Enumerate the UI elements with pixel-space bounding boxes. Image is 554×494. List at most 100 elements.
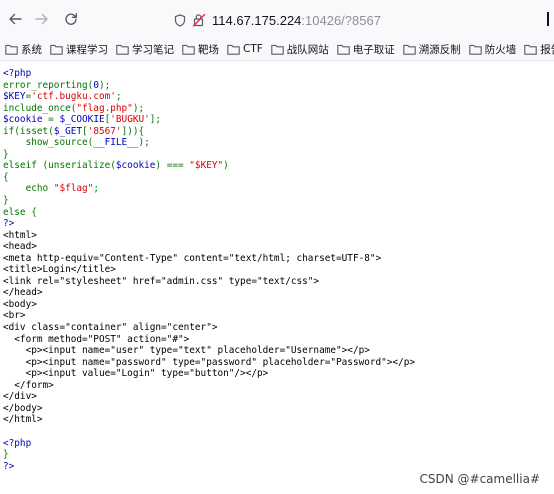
- code-line: error_reporting(0);: [3, 80, 415, 92]
- bookmark-item[interactable]: 战队网站: [271, 42, 329, 57]
- bookmark-item[interactable]: 电子取证: [337, 42, 395, 57]
- folder-icon: [403, 44, 416, 55]
- code-token: );: [98, 79, 111, 91]
- folder-icon: [524, 44, 538, 55]
- code-token: </form>: [3, 379, 54, 391]
- code-line: <title>Login</title>: [3, 264, 415, 276]
- code-token: }: [3, 148, 9, 160]
- bookmark-label: CTF: [243, 43, 263, 55]
- code-token: if(isset(: [3, 125, 54, 137]
- code-token: <p><input value="Login" type="button"/><…: [3, 368, 269, 380]
- code-token: <?php: [3, 68, 32, 79]
- bookmark-label: 战队网站: [286, 43, 329, 56]
- code-line: }: [3, 195, 415, 207]
- insecure-lock-icon[interactable]: [192, 13, 206, 27]
- url-path: :10426/?8567: [301, 12, 381, 28]
- code-line: {: [3, 172, 415, 184]
- code-token: ) ===: [155, 160, 190, 172]
- code-token: );: [132, 102, 145, 114]
- code-token: <head>: [3, 241, 37, 253]
- browser-window: 114.67.175.224:10426/?8567 系统 课程学习 学习笔记 靶场 C…: [0, 0, 554, 494]
- code-token: <div class="container" align="center">: [3, 322, 218, 334]
- bookmark-item[interactable]: 报告书: [524, 42, 554, 57]
- code-line: $cookie = $_COOKIE['BUGKU'];: [3, 114, 415, 126]
- folder-icon: [469, 44, 482, 55]
- code-token: }: [3, 449, 9, 461]
- bookmark-label: 防火墙: [484, 43, 517, 56]
- code-token: include_once(: [3, 102, 77, 114]
- code-token: ): [223, 160, 229, 172]
- code-line: <br>: [3, 310, 415, 322]
- folder-icon: [227, 44, 240, 55]
- code-line: <div class="container" align="center">: [3, 322, 415, 334]
- folder-icon: [50, 44, 63, 55]
- code-line: $KEY='ctf.bugku.com';: [3, 91, 415, 103]
- watermark: CSDN @#camellia#: [419, 472, 540, 486]
- code-token: <body>: [3, 298, 37, 310]
- bookmark-item[interactable]: 学习笔记: [116, 42, 174, 57]
- browser-toolbar: 114.67.175.224:10426/?8567: [0, 0, 554, 38]
- code-line: ?>: [3, 461, 415, 473]
- bookmark-item[interactable]: CTF: [227, 43, 263, 55]
- code-token: </head>: [3, 287, 43, 299]
- code-token: );: [138, 137, 150, 149]
- code-token: <form method="POST" action="#">: [3, 333, 190, 345]
- code-token: "$flag": [53, 183, 94, 195]
- bookmark-label: 系统: [21, 43, 42, 56]
- bookmark-item[interactable]: 溯源反制: [403, 42, 461, 57]
- code-line: echo "$flag";: [3, 183, 415, 195]
- reload-button[interactable]: [62, 10, 80, 28]
- code-token: <link rel="stylesheet" href="admin.css" …: [3, 275, 320, 287]
- bookmark-item[interactable]: 系统: [5, 42, 42, 57]
- folder-icon: [182, 44, 195, 55]
- folder-icon: [337, 44, 350, 55]
- bookmark-label: 学习笔记: [132, 43, 174, 56]
- bookmark-label: 溯源反制: [418, 43, 461, 56]
- code-line: else {: [3, 207, 415, 219]
- code-token: $_COOKIE: [59, 114, 105, 126]
- shield-icon[interactable]: [174, 13, 186, 27]
- bookmark-item[interactable]: 课程学习: [50, 42, 108, 57]
- code-line: <p><input name="user" type="text" placeh…: [3, 345, 415, 357]
- code-token: ])){: [121, 125, 145, 137]
- bookmark-item[interactable]: 防火墙: [469, 42, 517, 57]
- code-token: <?php: [3, 437, 32, 449]
- code-token: else {: [3, 206, 37, 218]
- folder-icon: [116, 44, 129, 55]
- forward-button[interactable]: [33, 10, 51, 28]
- code-line: </html>: [3, 414, 415, 426]
- code-line: <?php: [3, 68, 415, 80]
- code-line: <html>: [3, 230, 415, 242]
- code-line: <p><input name="password" type="password…: [3, 357, 415, 369]
- code-line: </div>: [3, 391, 415, 403]
- code-token: "flag.php": [76, 102, 133, 114]
- code-token: $KEY: [3, 91, 26, 103]
- bookmarks-bar: 系统 课程学习 学习笔记 靶场 CTF 战队网站 电子取证 溯源反制 防火墙 报告书: [0, 38, 554, 61]
- code-token: <html>: [3, 229, 37, 241]
- code-line: <form method="POST" action="#">: [3, 334, 415, 346]
- code-token: __FILE__: [93, 137, 139, 149]
- address-bar[interactable]: 114.67.175.224:10426/?8567: [174, 7, 546, 33]
- code-token: ];: [149, 114, 162, 126]
- code-token: <title>Login</title>: [3, 264, 116, 276]
- code-line: }: [3, 449, 415, 461]
- code-token: $cookie: [115, 160, 156, 172]
- bookmark-item[interactable]: 靶场: [182, 42, 219, 57]
- code-token: ?>: [3, 460, 15, 472]
- code-line: </body>: [3, 403, 415, 415]
- code-line: </form>: [3, 380, 415, 392]
- code-token: ?>: [3, 218, 15, 230]
- php-source-code: <?php error_reporting(0); $KEY='ctf.bugku.…: [3, 68, 415, 472]
- reload-icon: [65, 13, 78, 25]
- forward-arrow-icon: [35, 13, 48, 25]
- code-token: </html>: [3, 414, 43, 426]
- code-line: <meta http-equiv="Content-Type" content=…: [3, 253, 415, 265]
- code-token: <meta http-equiv="Content-Type" content=…: [3, 252, 382, 264]
- back-button[interactable]: [6, 10, 24, 28]
- code-token: ;: [93, 183, 99, 195]
- folder-icon: [5, 44, 18, 55]
- code-line: elseif (unserialize($cookie) === "$KEY"): [3, 160, 415, 172]
- url-host: 114.67.175.224: [212, 12, 302, 28]
- code-token: <br>: [3, 310, 26, 322]
